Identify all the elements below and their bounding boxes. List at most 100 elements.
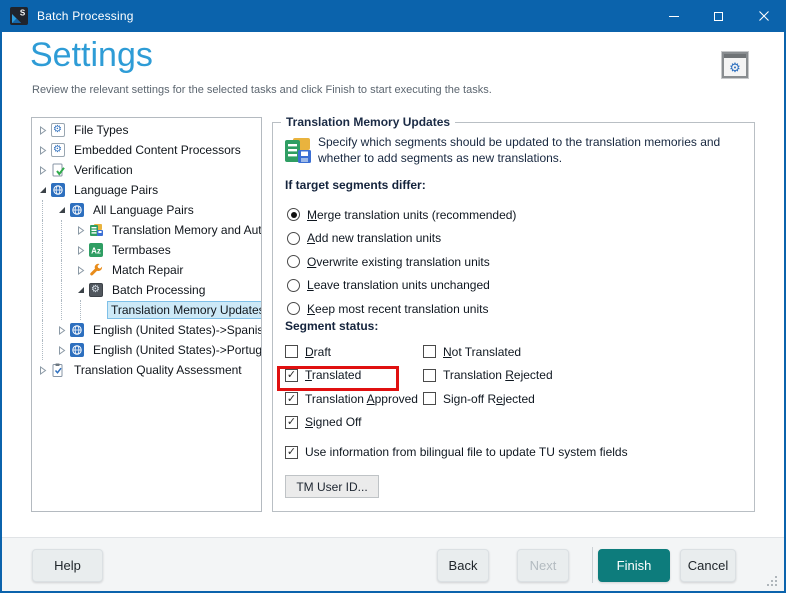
tree-guide-line <box>42 300 43 320</box>
radio-label[interactable]: Merge translation units (recommended) <box>307 208 516 222</box>
tree-item-file-types[interactable]: ⚙ File Types <box>32 120 261 140</box>
radio-row-add-new-translation-units[interactable]: Add new translation units <box>287 227 516 251</box>
tree-item-english-united-states-spanish[interactable]: English (United States)->Spanish ( <box>32 320 261 340</box>
checkbox-translated[interactable] <box>285 368 298 382</box>
checkbox-sign-off-rejected[interactable] <box>423 392 436 406</box>
tree-item-embedded-content-processors[interactable]: ⚙ Embedded Content Processors <box>32 140 261 160</box>
tree-item-match-repair[interactable]: Match Repair <box>32 260 261 280</box>
tree-expander-collapsed-icon[interactable] <box>36 365 50 375</box>
radio-merge-translation-units-recommended[interactable] <box>287 208 300 222</box>
checkbox-row-translation-rejected[interactable]: Translation Rejected <box>423 364 553 388</box>
checkbox-row-signed-off[interactable]: Signed Off <box>285 411 418 435</box>
tm-user-id-button[interactable]: TM User ID... <box>285 475 379 498</box>
radio-overwrite-existing-translation-units[interactable] <box>287 255 300 269</box>
tree-expander-expanded-icon[interactable] <box>55 206 69 214</box>
close-button[interactable] <box>741 0 786 32</box>
radio-label[interactable]: Overwrite existing translation units <box>307 255 490 269</box>
tree-expander-expanded-icon[interactable] <box>36 186 50 194</box>
bilingual-checkbox[interactable] <box>285 445 298 459</box>
tree-expander-collapsed-icon[interactable] <box>55 345 69 355</box>
help-button[interactable]: Help <box>32 549 103 582</box>
titlebar[interactable]: S Batch Processing <box>0 0 786 32</box>
tree-guide-line <box>42 340 43 360</box>
minimize-icon <box>668 15 679 17</box>
radio-label[interactable]: Leave translation units unchanged <box>307 278 490 292</box>
checkbox-label[interactable]: Translation Rejected <box>443 368 553 382</box>
tree-expander-collapsed-icon[interactable] <box>36 165 50 175</box>
checkbox-row-sign-off-rejected[interactable]: Sign-off Rejected <box>423 387 553 411</box>
match-repair-wrench-icon <box>88 263 103 278</box>
tree-guide-line <box>42 320 43 340</box>
tree-guide-line <box>42 240 43 260</box>
tree-item-english-united-states-portugue[interactable]: English (United States)->Portugue <box>32 340 261 360</box>
tree-item-label: Match Repair <box>112 263 184 277</box>
translation-memory-updates-group: Translation Memory Updates Specify which… <box>272 115 755 512</box>
radio-row-overwrite-existing-translation-units[interactable]: Overwrite existing translation units <box>287 250 516 274</box>
tree-item-language-pairs[interactable]: Language Pairs <box>32 180 261 200</box>
checkbox-translation-rejected[interactable] <box>423 368 436 382</box>
bilingual-checkbox-label[interactable]: Use information from bilingual file to u… <box>305 445 628 459</box>
radio-row-keep-most-recent-translation-units[interactable]: Keep most recent translation units <box>287 297 516 321</box>
tree-expander-collapsed-icon[interactable] <box>74 225 88 235</box>
target-differ-label: If target segments differ: <box>285 178 426 192</box>
checkbox-label[interactable]: Translated <box>305 368 361 382</box>
svg-text:Az: Az <box>91 247 101 256</box>
page-title: Settings <box>30 36 153 74</box>
checkbox-not-translated[interactable] <box>423 345 436 359</box>
checkbox-row-not-translated[interactable]: Not Translated <box>423 340 553 364</box>
tree-item-batch-processing[interactable]: ⚙ Batch Processing <box>32 280 261 300</box>
checkbox-draft[interactable] <box>285 345 298 359</box>
radio-leave-translation-units-unchanged[interactable] <box>287 278 300 292</box>
tree-expander-collapsed-icon[interactable] <box>74 265 88 275</box>
tree-item-verification[interactable]: Verification <box>32 160 261 180</box>
radio-keep-most-recent-translation-units[interactable] <box>287 302 300 316</box>
settings-tree[interactable]: ⚙ File Types ⚙ Embedded Content Processors V… <box>31 117 262 512</box>
tree-item-label: Embedded Content Processors <box>74 143 241 157</box>
tree-item-translation-memory-updates[interactable]: Translation Memory Updates <box>32 300 261 320</box>
checkbox-label[interactable]: Signed Off <box>305 415 362 429</box>
minimize-button[interactable] <box>651 0 696 32</box>
finish-button[interactable]: Finish <box>598 549 670 582</box>
footer: Help Back Next Finish Cancel <box>2 537 784 591</box>
checkbox-row-translated[interactable]: Translated <box>285 364 418 388</box>
footer-separator <box>592 547 593 583</box>
checkbox-label[interactable]: Draft <box>305 345 331 359</box>
language-pairs-globe-icon <box>50 183 65 198</box>
quality-assessment-icon <box>50 363 65 378</box>
next-button: Next <box>517 549 569 582</box>
tree-expander-expanded-icon[interactable] <box>74 286 88 294</box>
bilingual-checkbox-row[interactable]: Use information from bilingual file to u… <box>285 445 628 459</box>
radio-label[interactable]: Add new translation units <box>307 231 441 245</box>
tree-item-label: Language Pairs <box>74 183 159 197</box>
verification-icon <box>50 163 65 178</box>
radio-row-merge-translation-units-recommended[interactable]: Merge translation units (recommended) <box>287 203 516 227</box>
back-button[interactable]: Back <box>437 549 489 582</box>
tree-expander-collapsed-icon[interactable] <box>55 325 69 335</box>
tree-item-all-language-pairs[interactable]: All Language Pairs <box>32 200 261 220</box>
embedded-content-processors-icon: ⚙ <box>50 143 65 158</box>
cancel-button[interactable]: Cancel <box>680 549 736 582</box>
tree-expander-collapsed-icon[interactable] <box>36 125 50 135</box>
tree-item-label: Translation Quality Assessment <box>74 363 242 377</box>
tree-expander-collapsed-icon[interactable] <box>74 245 88 255</box>
tree-item-translation-quality-assessment[interactable]: Translation Quality Assessment <box>32 360 261 380</box>
settings-gear-icon: ⚙ <box>722 52 748 78</box>
maximize-button[interactable] <box>696 0 741 32</box>
checkbox-label[interactable]: Translation Approved <box>305 392 418 406</box>
window-title: Batch Processing <box>37 9 134 23</box>
checkbox-signed-off[interactable] <box>285 415 298 429</box>
radio-label[interactable]: Keep most recent translation units <box>307 302 488 316</box>
resize-grip[interactable] <box>765 574 778 587</box>
radio-add-new-translation-units[interactable] <box>287 231 300 245</box>
tree-guide-line <box>42 280 43 300</box>
checkbox-row-draft[interactable]: Draft <box>285 340 418 364</box>
tree-item-termbases[interactable]: Az Termbases <box>32 240 261 260</box>
checkbox-label[interactable]: Not Translated <box>443 345 521 359</box>
checkbox-row-translation-approved[interactable]: Translation Approved <box>285 387 418 411</box>
checkbox-label[interactable]: Sign-off Rejected <box>443 392 535 406</box>
checkbox-translation-approved[interactable] <box>285 392 298 406</box>
app-icon[interactable]: S <box>10 7 28 25</box>
tree-expander-collapsed-icon[interactable] <box>36 145 50 155</box>
tree-item-translation-memory-and-auto[interactable]: Translation Memory and Auto <box>32 220 261 240</box>
radio-row-leave-translation-units-unchanged[interactable]: Leave translation units unchanged <box>287 274 516 298</box>
